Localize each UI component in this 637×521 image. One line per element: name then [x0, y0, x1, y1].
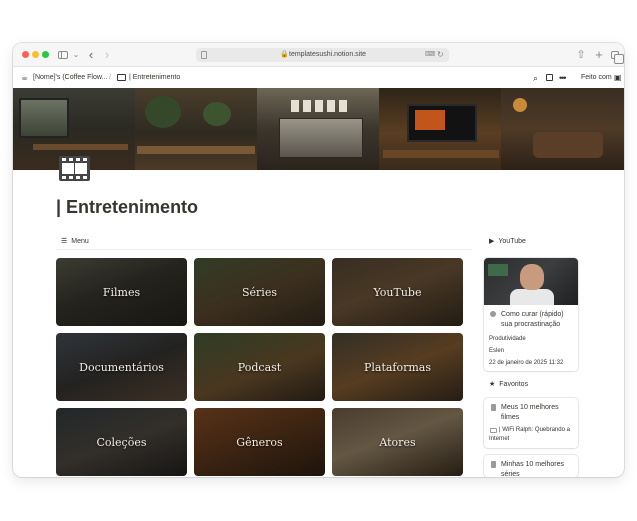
notion-topbar: ☕ [Nome]'s (Coffee Flow... / | Entreteni…: [13, 68, 624, 88]
breadcrumb-current[interactable]: | Entretenimento: [129, 73, 180, 83]
page-icon: [491, 461, 496, 468]
menu-tile-label: Coleções: [96, 435, 147, 449]
cover-plant: [145, 96, 181, 128]
menu-tile-label: Séries: [242, 285, 277, 299]
cover-plant: [203, 102, 231, 126]
tabs-icon[interactable]: [610, 47, 624, 64]
favorite-title: Meus 10 melhores filmes: [501, 404, 559, 421]
cover-counter: [137, 146, 255, 154]
youtube-card[interactable]: Como curar (rápido) sua procrastinação P…: [484, 258, 578, 371]
page-title: | Entretenimento: [56, 197, 199, 217]
reload-icon[interactable]: ↻: [437, 48, 444, 62]
favorites-heading-label: Favoritos: [499, 381, 529, 388]
menu-tile-colecoes[interactable]: Coleções: [56, 408, 187, 476]
favorite-title: Minhas 10 melhores séries: [501, 461, 565, 477]
film-icon[interactable]: [59, 156, 90, 181]
video-author: Eslen: [489, 348, 505, 354]
page-cover: [13, 88, 624, 170]
youtube-heading-label: YouTube: [498, 238, 526, 245]
menu-tile-series[interactable]: Séries: [194, 258, 325, 326]
play-icon: ▶: [489, 238, 495, 245]
menu-tile-label: Atores: [379, 435, 416, 449]
chevron-down-icon[interactable]: ⌄: [72, 47, 80, 63]
thumbnail-monitor: [488, 264, 508, 276]
menu-tile-atores[interactable]: Atores: [332, 408, 463, 476]
breadcrumb-separator: /: [109, 74, 111, 81]
close-window-button[interactable]: [22, 51, 29, 58]
menu-tile-podcast[interactable]: Podcast: [194, 333, 325, 401]
menu-tile-youtube[interactable]: YouTube: [332, 258, 463, 326]
menu-tile-label: Documentários: [79, 360, 164, 374]
page-icon: [491, 404, 496, 411]
menu-tile-label: Podcast: [237, 360, 282, 374]
star-icon: ★: [489, 381, 496, 388]
address-bar[interactable]: 🔒 templatesushi.notion.site ⌨ ↻: [196, 48, 449, 62]
made-with-notion[interactable]: Feito com: [581, 73, 612, 83]
menu-heading-label: Menu: [71, 238, 89, 245]
maximize-window-button[interactable]: [42, 51, 49, 58]
cover-cups: [291, 100, 351, 112]
divider: [56, 249, 472, 250]
video-icon: [490, 311, 496, 317]
safari-toolbar: ⌄ ‹ › 🔒 templatesushi.notion.site ⌨ ↻ ⇧ …: [13, 43, 624, 67]
menu-tile-plataformas[interactable]: Plataformas: [332, 333, 463, 401]
video-date: 22 de janeiro de 2025 11:32: [489, 360, 564, 366]
thumbnail-face: [520, 264, 544, 290]
thumbnail-person: [510, 289, 554, 305]
favorite-subtitle: | WiFi Ralph: Quebrando a Internet: [489, 427, 570, 442]
sidebar-icon[interactable]: [57, 47, 69, 63]
cover-espresso-machine: [279, 118, 363, 158]
menu-icon: ☰: [61, 238, 68, 245]
menu-tile-generos[interactable]: Gêneros: [194, 408, 325, 476]
forward-icon[interactable]: ›: [102, 47, 112, 63]
youtube-heading: ▶ YouTube: [489, 237, 526, 247]
cover-sofa: [533, 132, 603, 158]
cover-desk: [383, 150, 499, 158]
menu-tile-filmes[interactable]: Filmes: [56, 258, 187, 326]
minimize-window-button[interactable]: [32, 51, 39, 58]
menu-tile-label: YouTube: [373, 285, 422, 299]
video-thumbnail: [484, 258, 578, 305]
more-icon[interactable]: •••: [559, 72, 567, 84]
browser-window: ⌄ ‹ › 🔒 templatesushi.notion.site ⌨ ↻ ⇧ …: [13, 43, 624, 477]
cover-laptop-screen: [415, 110, 445, 130]
plus-icon[interactable]: +: [594, 47, 604, 63]
coffee-icon: ☕: [21, 73, 29, 82]
video-category: Produtividade: [489, 336, 526, 342]
cover-lamp: [513, 98, 527, 112]
back-icon[interactable]: ‹: [86, 47, 96, 63]
cover-table: [33, 144, 128, 150]
page-icon: [201, 51, 207, 59]
notion-logo-icon[interactable]: ▣: [614, 72, 622, 84]
film-icon: [117, 74, 126, 81]
menu-tile-label: Filmes: [102, 285, 141, 299]
video-title: Como curar (rápido) sua procrastinação: [501, 311, 564, 328]
breadcrumb-parent[interactable]: [Nome]'s (Coffee Flow...: [33, 73, 107, 83]
translate-icon[interactable]: ⌨: [425, 48, 435, 62]
menu-tile-label: Gêneros: [236, 435, 283, 449]
menu-tile-label: Plataformas: [363, 360, 432, 374]
menu-tile-documentarios[interactable]: Documentários: [56, 333, 187, 401]
menu-heading: ☰ Menu: [61, 237, 89, 247]
lock-icon: 🔒: [280, 51, 289, 58]
favorites-heading: ★ Favoritos: [489, 380, 528, 390]
cover-window: [19, 98, 69, 138]
favorite-card[interactable]: Meus 10 melhores filmes | WiFi Ralph: Qu…: [484, 398, 578, 448]
favorite-card[interactable]: Minhas 10 melhores séries: [484, 455, 578, 477]
url-text: templatesushi.notion.site: [289, 51, 367, 58]
search-icon[interactable]: ⌕: [533, 72, 538, 84]
duplicate-icon[interactable]: [546, 74, 553, 81]
share-icon[interactable]: ⇧: [575, 47, 587, 63]
